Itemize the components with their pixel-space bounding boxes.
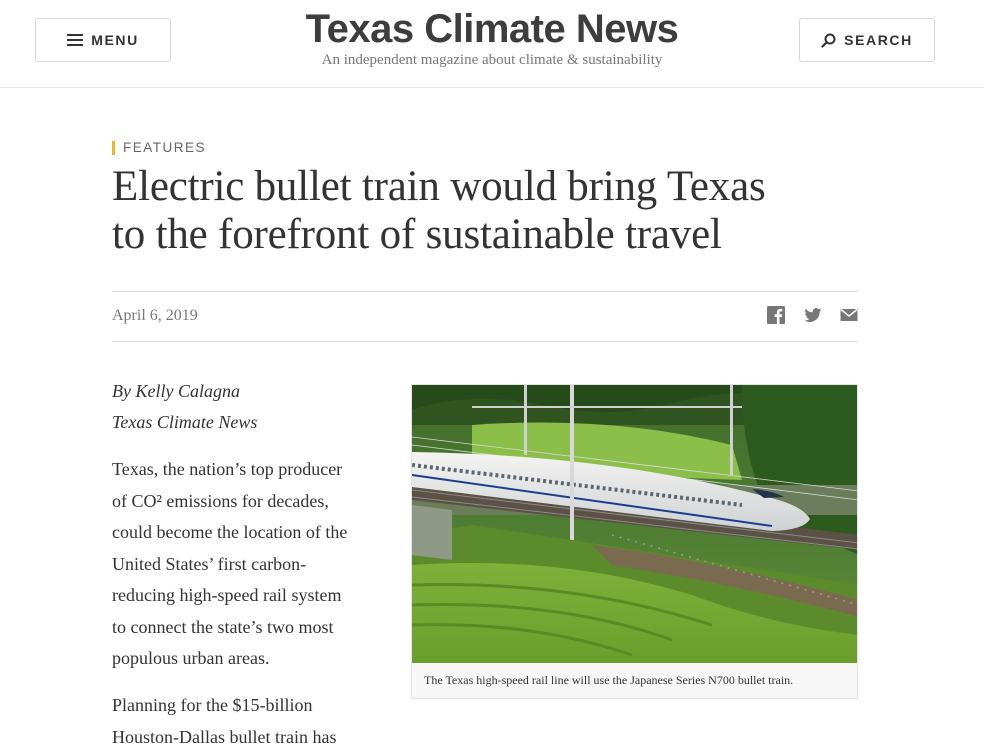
article-paragraph: Planning for the $15-billion Houston-Dal…	[112, 690, 392, 753]
publish-date: April 6, 2019	[112, 307, 198, 324]
divider	[112, 291, 858, 292]
paragraph-line: Texas, the nation’s top producer	[112, 459, 343, 479]
figure-caption: The Texas high-speed rail line will use …	[424, 673, 794, 687]
paragraph-line: Houston-Dallas bullet train has	[112, 726, 337, 747]
paragraph-line: reducing high-speed rail system	[112, 585, 342, 605]
search-label: SEARCH	[844, 32, 913, 48]
email-icon[interactable]	[840, 306, 858, 324]
paragraph-line: of CO² emissions for decades,	[112, 490, 329, 511]
site-header: MENU Texas Climate News An independent m…	[0, 0, 984, 88]
paragraph-line: Planning for the $15-billion	[112, 695, 313, 715]
train-photo[interactable]	[412, 385, 857, 663]
search-icon	[821, 33, 836, 48]
article-paragraph: Texas, the nation’s top producer of CO² …	[112, 454, 392, 675]
paragraph-line: populous urban areas.	[112, 648, 270, 668]
category-label[interactable]: FEATURES	[112, 141, 206, 155]
paragraph-line: United States’ first carbon-	[112, 553, 307, 574]
article-figure: The Texas high-speed rail line will use …	[411, 384, 858, 699]
byline-publication: Texas Climate News	[112, 412, 258, 432]
headline-line: to the forefront of sustainable travel	[112, 211, 722, 258]
paragraph-line: could become the location of the	[112, 522, 348, 542]
divider	[112, 341, 858, 342]
search-button[interactable]: SEARCH	[799, 18, 935, 62]
paragraph-line: to connect the state’s two most	[112, 616, 334, 637]
twitter-icon[interactable]	[804, 306, 822, 324]
byline-author: By Kelly Calagna	[112, 381, 240, 401]
article-headline: Electric bullet train would bring Texas …	[112, 163, 872, 259]
headline-line: Electric bullet train would bring Texas	[112, 163, 766, 210]
facebook-icon[interactable]	[767, 306, 785, 324]
